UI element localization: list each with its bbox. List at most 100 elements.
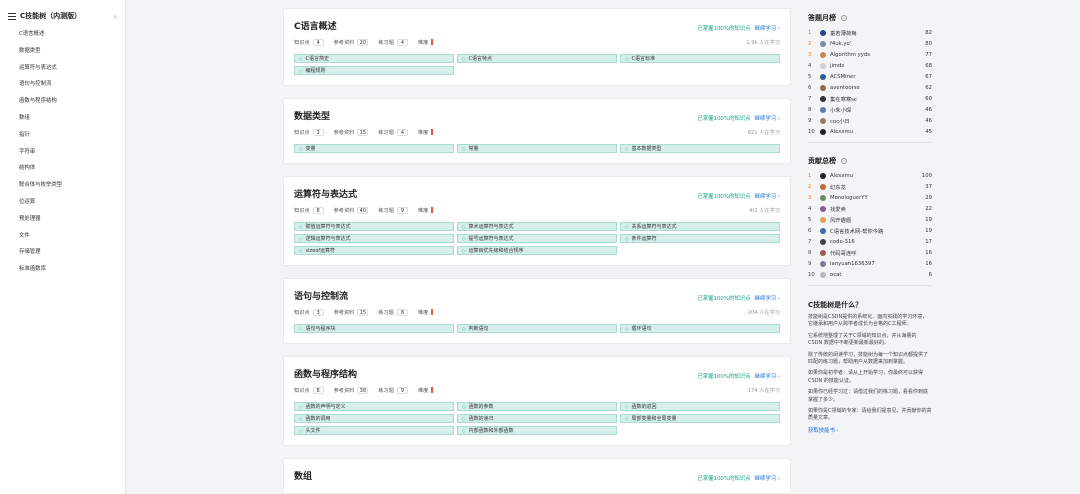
- rank-score: 17: [925, 238, 932, 245]
- rank-row[interactable]: 3 Algorithm yyds 77: [808, 49, 932, 60]
- stat-label: 练习题: [378, 129, 394, 136]
- sidebar-item[interactable]: 标准函数库: [0, 261, 125, 278]
- knowledge-tag[interactable]: 函数的声明与定义: [294, 402, 454, 411]
- knowledge-tag[interactable]: 常量: [457, 144, 617, 153]
- stat-difficulty: 难度: [418, 309, 434, 316]
- sidebar-item[interactable]: 位运算: [0, 194, 125, 211]
- learner-count: 174 人在学习: [747, 388, 780, 394]
- sidebar-item[interactable]: 数组: [0, 110, 125, 127]
- rank-row[interactable]: 8 代码哥连呼 16: [808, 247, 932, 258]
- rank-row[interactable]: 4 找爱卖 22: [808, 203, 932, 214]
- rank-row[interactable]: 1 垂若薄荷梅 82: [808, 27, 932, 38]
- progress-link[interactable]: 已掌握100%的知识点: [697, 294, 750, 302]
- rank-row[interactable]: 1 Alexxmu 100: [808, 170, 932, 181]
- more-link[interactable]: 获取技能书 ›: [808, 426, 932, 434]
- rank-number: 3: [808, 194, 812, 201]
- knowledge-tag[interactable]: 函数的返回: [620, 402, 780, 411]
- rank-row[interactable]: 8 小朱小琛 46: [808, 104, 932, 115]
- rank-number: 9: [808, 117, 812, 124]
- knowledge-tag[interactable]: 函数的调用: [294, 414, 454, 423]
- rank-row[interactable]: 5 ACSMiner 67: [808, 71, 932, 82]
- continue-label: 继续学习: [754, 296, 777, 302]
- knowledge-tag[interactable]: 赋值运算符与表达式: [294, 222, 454, 231]
- rank-row[interactable]: 3 MonologuerYY 29: [808, 192, 932, 203]
- knowledge-tag[interactable]: 提号运算符与表达式: [457, 234, 617, 243]
- knowledge-tag[interactable]: 关系运算符与表达式: [620, 222, 780, 231]
- rank-score: 46: [925, 106, 932, 113]
- sidebar-item[interactable]: 结构体: [0, 160, 125, 177]
- continue-link[interactable]: 继续学习 ›: [755, 294, 780, 302]
- knowledge-tag[interactable]: 基本数据类型: [620, 144, 780, 153]
- progress-link[interactable]: 已掌握100%的知识点: [697, 474, 750, 482]
- sidebar-item[interactable]: 数据类型: [0, 43, 125, 60]
- rank-row[interactable]: 2 幻东龙 37: [808, 181, 932, 192]
- rank-number: 8: [808, 249, 812, 256]
- progress-link[interactable]: 已掌握100%的知识点: [697, 192, 750, 200]
- stat-value: 9: [396, 386, 408, 394]
- rank-row[interactable]: 7 code-316 17: [808, 236, 932, 247]
- chevron-right-icon[interactable]: ›: [114, 12, 117, 21]
- rank-score: 19: [925, 216, 932, 223]
- rank-row[interactable]: 4 jimds 68: [808, 60, 932, 71]
- rank-row[interactable]: 6 aventoorse 62: [808, 82, 932, 93]
- knowledge-tag[interactable]: 局部变量和全局变量: [620, 414, 780, 423]
- knowledge-tag[interactable]: C语言标准: [620, 54, 780, 63]
- rank-row[interactable]: 5 风开趣题 19: [808, 214, 932, 225]
- knowledge-tag[interactable]: 函数的参数: [457, 402, 617, 411]
- continue-link[interactable]: 继续学习 ›: [755, 114, 780, 122]
- sidebar-item[interactable]: 文件: [0, 228, 125, 245]
- rank-row[interactable]: 10 ocat 6: [808, 269, 932, 280]
- knowledge-tag[interactable]: 编程规则: [294, 66, 454, 75]
- progress-link[interactable]: 已掌握100%的知识点: [697, 372, 750, 380]
- rank-row[interactable]: 6 C语言技术网-帮你今路 19: [808, 225, 932, 236]
- rank-row[interactable]: 10 Alexxmu 45: [808, 126, 932, 137]
- continue-link[interactable]: 继续学习 ›: [755, 474, 780, 482]
- divider: [808, 142, 932, 143]
- rank-number: 6: [808, 227, 812, 234]
- knowledge-tag[interactable]: 内部函数和外部函数: [457, 426, 617, 435]
- stat-label: 难度: [417, 387, 429, 394]
- rank-row[interactable]: 9 ianyuan1636397 16: [808, 258, 932, 269]
- sidebar-item[interactable]: 存储管理: [0, 244, 125, 261]
- knowledge-tag[interactable]: sizeof运算符: [294, 246, 454, 255]
- knowledge-tag[interactable]: 逻辑运算符与表达式: [294, 234, 454, 243]
- rank-row[interactable]: 7 集在寒寒sc 60: [808, 93, 932, 104]
- stat-label: 参考资料: [333, 309, 355, 316]
- knowledge-tag[interactable]: 语句与程序块: [294, 324, 454, 333]
- info-icon[interactable]: i: [841, 158, 847, 164]
- stat-refs: 参考资料 15: [334, 128, 369, 136]
- stat-value: 4: [396, 128, 408, 136]
- rank-username: Alexxmu: [830, 128, 854, 135]
- knowledge-tag[interactable]: 算术运算符与表达式: [457, 222, 617, 231]
- knowledge-tag[interactable]: 判断语句: [457, 324, 617, 333]
- sidebar-item[interactable]: 运算符与表达式: [0, 60, 125, 77]
- sidebar-item[interactable]: 指针: [0, 127, 125, 144]
- sidebar-item[interactable]: 字符串: [0, 144, 125, 161]
- sidebar-item[interactable]: 函数与程序结构: [0, 93, 125, 110]
- progress-link[interactable]: 已掌握100%的知识点: [697, 24, 750, 32]
- stat-label: 知识点: [294, 39, 310, 46]
- knowledge-tag[interactable]: 函数的递归: [457, 414, 617, 423]
- card-links: 已掌握100%的知识点 继续学习 ›: [697, 114, 780, 122]
- sidebar-item[interactable]: 预处理器: [0, 211, 125, 228]
- knowledge-tag[interactable]: 条件运算符: [620, 234, 780, 243]
- continue-link[interactable]: 继续学习 ›: [755, 372, 780, 380]
- knowledge-tag[interactable]: 头文件: [294, 426, 454, 435]
- knowledge-tag[interactable]: 变量: [294, 144, 454, 153]
- continue-link[interactable]: 继续学习 ›: [755, 192, 780, 200]
- avatar: [820, 29, 826, 36]
- info-icon[interactable]: i: [841, 15, 847, 21]
- sidebar-item[interactable]: C语言概述: [0, 26, 125, 43]
- sidebar-item[interactable]: 联合体与枚举类型: [0, 177, 125, 194]
- knowledge-tag[interactable]: C语言特点: [457, 54, 617, 63]
- progress-link[interactable]: 已掌握100%的知识点: [697, 114, 750, 122]
- knowledge-tag[interactable]: C语言简史: [294, 54, 454, 63]
- rank-row[interactable]: 2 f4uk.yo' 80: [808, 38, 932, 49]
- knowledge-tag[interactable]: 运算目优先级和结合规序: [457, 246, 617, 255]
- rank-row[interactable]: 9 coc小日 46: [808, 115, 932, 126]
- knowledge-tag[interactable]: 循环语句: [620, 324, 780, 333]
- sidebar-header[interactable]: C技能树（内测版） ›: [0, 6, 125, 26]
- continue-link[interactable]: 继续学习 ›: [755, 24, 780, 32]
- sidebar-item[interactable]: 语句与控制流: [0, 76, 125, 93]
- stat-value: 4: [312, 38, 324, 46]
